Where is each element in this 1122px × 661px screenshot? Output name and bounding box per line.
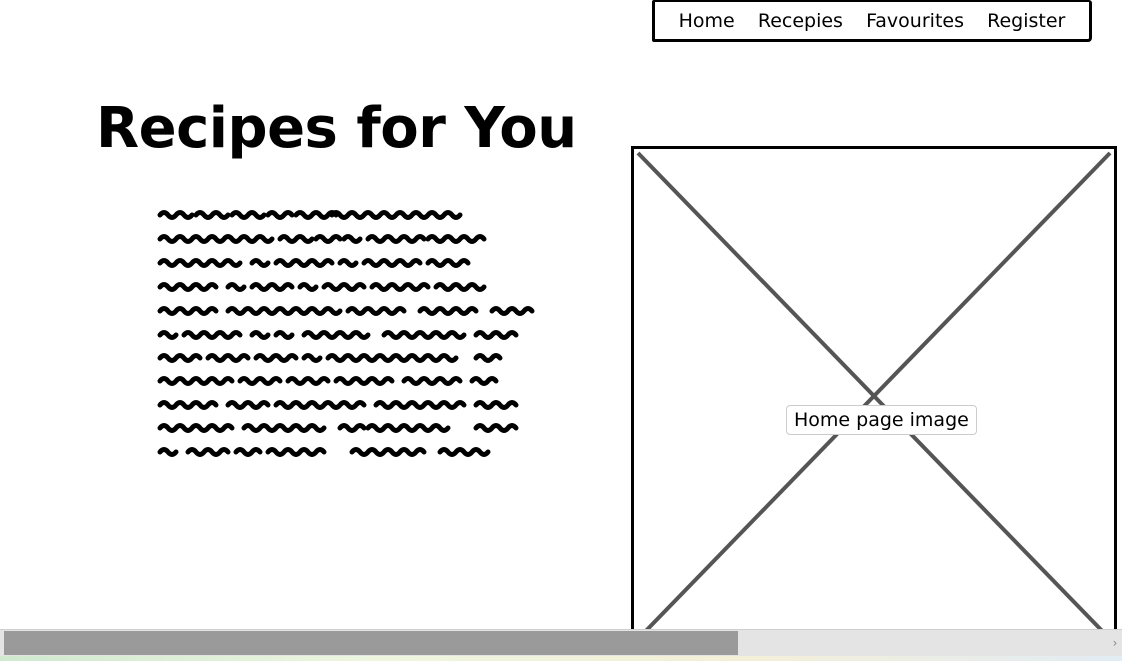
horizontal-scrollbar[interactable]: › [0,629,1122,656]
image-placeholder-x-icon [636,151,1112,641]
wireframe-page: Home Recepies Favourites Register Recipe… [0,0,1122,661]
nav-item-recepies[interactable]: Recepies [754,8,847,34]
nav-item-home[interactable]: Home [675,8,739,34]
home-page-image-placeholder: Home page image [631,146,1117,646]
nav-item-register[interactable]: Register [983,8,1069,34]
scroll-right-arrow-icon[interactable]: › [1108,631,1122,655]
scribbled-text-placeholder [157,210,535,457]
top-nav: Home Recepies Favourites Register [652,0,1092,42]
scrollbar-thumb[interactable] [4,631,738,655]
page-title: Recipes for You [96,96,577,161]
image-label: Home page image [786,405,977,435]
nav-item-favourites[interactable]: Favourites [862,8,968,34]
bottom-edge-strip [0,656,1122,661]
